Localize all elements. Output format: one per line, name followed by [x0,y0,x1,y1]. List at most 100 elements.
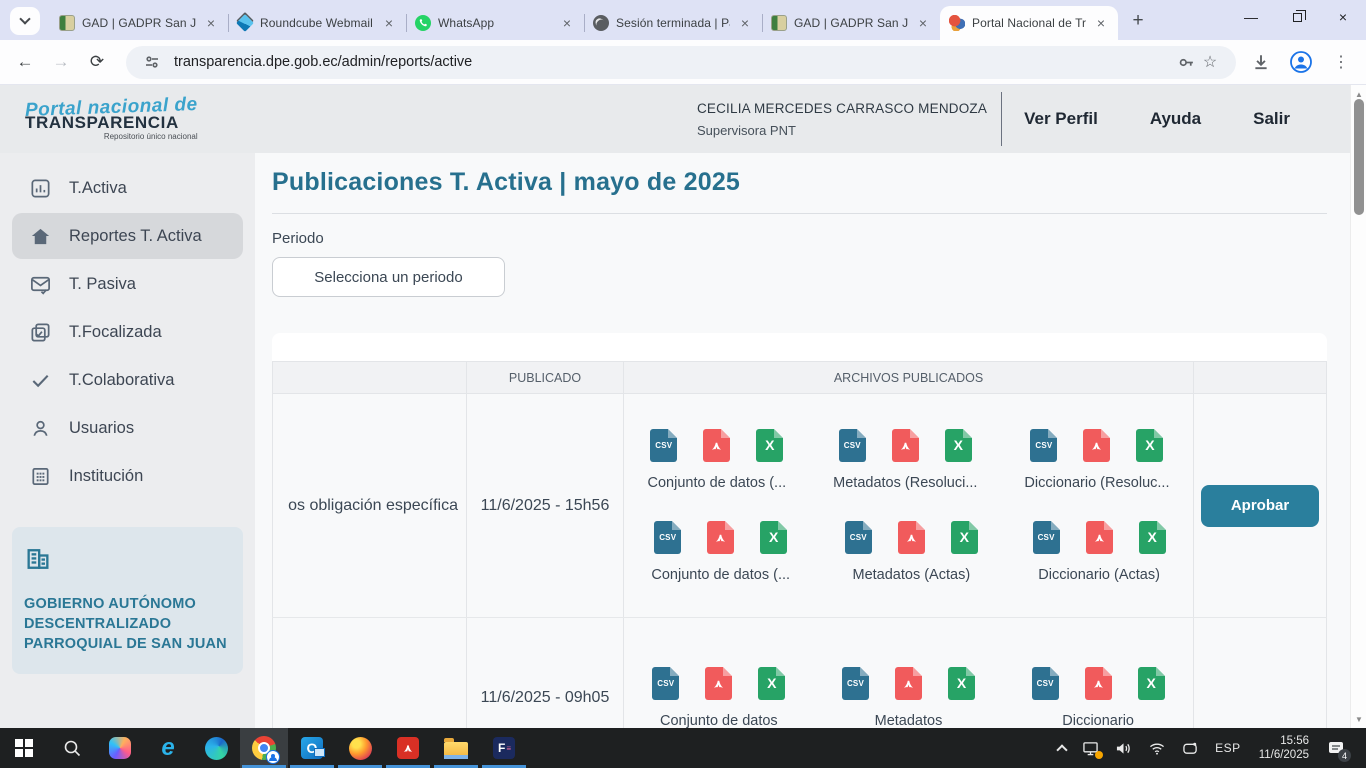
csv-file-icon[interactable]: CSV [652,667,679,700]
restore-button[interactable] [1274,0,1320,34]
xls-file-icon[interactable]: X [948,667,975,700]
new-tab-button[interactable]: + [1124,7,1152,35]
tab-search-button[interactable] [10,7,40,35]
pdf-file-icon[interactable] [1083,429,1110,462]
url-text[interactable]: transparencia.dpe.gob.ec/admin/reports/a… [174,54,1174,70]
profile-avatar-icon[interactable] [1288,49,1314,75]
aprobar-button[interactable]: Aprobar [1201,485,1319,527]
xls-file-icon[interactable]: X [945,429,972,462]
csv-file-icon[interactable]: CSV [1033,521,1060,554]
pdf-file-icon[interactable] [1085,667,1112,700]
xls-file-icon[interactable]: X [760,521,787,554]
sidebar-item-t-focalizada[interactable]: T.Focalizada [12,309,243,355]
tab-gad-1[interactable]: GAD | GADPR San Jua × [50,6,228,40]
tray-volume-button[interactable] [1109,728,1138,768]
outlook-button[interactable]: O [288,728,336,768]
tab-portal-active[interactable]: Portal Nacional de Tra × [940,6,1118,40]
file-group-metadatos[interactable]: CSV X Metadatos [842,667,975,729]
chrome-button[interactable] [240,728,288,768]
address-bar[interactable]: transparencia.dpe.gob.ec/admin/reports/a… [126,46,1236,79]
institution-card[interactable]: GOBIERNO AUTÓNOMO DESCENTRALIZADO PARROQ… [12,527,243,674]
file-group-metadatos-actas[interactable]: CSV X Metadatos (Actas) [845,521,978,583]
acrobat-button[interactable] [384,728,432,768]
tray-display-button[interactable] [1076,728,1105,768]
file-group-conjunto[interactable]: CSV X Conjunto de datos (... [651,521,790,583]
xls-file-icon[interactable]: X [951,521,978,554]
pdf-file-icon[interactable] [898,521,925,554]
nav-ayuda[interactable]: Ayuda [1150,109,1201,129]
tab-close-icon[interactable]: × [381,15,397,31]
pdf-file-icon[interactable] [705,667,732,700]
pdf-file-icon[interactable] [703,429,730,462]
csv-file-icon[interactable]: CSV [839,429,866,462]
csv-file-icon[interactable]: CSV [1032,667,1059,700]
clock[interactable]: 15:56 11/6/2025 [1251,728,1317,768]
close-window-button[interactable]: × [1320,0,1366,34]
tray-meet-button[interactable] [1176,728,1205,768]
site-settings-icon[interactable] [140,50,164,74]
xls-file-icon[interactable]: X [758,667,785,700]
file-group-conjunto[interactable]: CSV X Conjunto de datos [652,667,785,729]
csv-file-icon[interactable]: CSV [845,521,872,554]
tab-close-icon[interactable]: × [915,15,931,31]
file-group-diccionario[interactable]: CSV X Diccionario [1032,667,1165,729]
browser-menu-icon[interactable]: ⋮ [1328,49,1354,75]
nav-salir[interactable]: Salir [1253,109,1290,129]
minimize-button[interactable]: — [1228,0,1274,34]
language-indicator[interactable]: ESP [1209,728,1247,768]
sidebar-item-t-colaborativa[interactable]: T.Colaborativa [12,357,243,403]
download-icon[interactable] [1248,49,1274,75]
forward-button[interactable]: → [46,47,76,77]
tab-close-icon[interactable]: × [1093,15,1109,31]
notification-center-button[interactable]: 4 [1321,728,1351,768]
scrollbar-thumb[interactable] [1354,99,1364,215]
period-select[interactable]: Selecciona un periodo [272,257,505,297]
sidebar-item-institucion[interactable]: Institución [12,453,243,499]
pdf-file-icon[interactable] [1086,521,1113,554]
file-group-diccionario-actas[interactable]: CSV X Diccionario (Actas) [1033,521,1166,583]
bookmark-star-icon[interactable]: ☆ [1198,50,1222,74]
internet-explorer-button[interactable]: e [144,728,192,768]
xls-file-icon[interactable]: X [1136,429,1163,462]
sidebar-item-t-pasiva[interactable]: T. Pasiva [12,261,243,307]
xls-file-icon[interactable]: X [1139,521,1166,554]
tab-roundcube[interactable]: Roundcube Webmail × [228,6,406,40]
sidebar-item-usuarios[interactable]: Usuarios [12,405,243,451]
back-button[interactable]: ← [10,47,40,77]
tab-close-icon[interactable]: × [203,15,219,31]
firefox-icon [349,737,372,760]
xls-file-icon[interactable]: X [1138,667,1165,700]
copilot-button[interactable] [96,728,144,768]
nav-ver-perfil[interactable]: Ver Perfil [1024,109,1098,129]
file-group-metadatos[interactable]: CSV X Metadatos (Resoluci... [833,429,977,491]
tab-sesion[interactable]: Sesión terminada | Pa × [584,6,762,40]
scroll-down-icon[interactable]: ▼ [1351,712,1366,726]
pdf-file-icon[interactable] [707,521,734,554]
tab-close-icon[interactable]: × [559,15,575,31]
tray-expand-button[interactable] [1052,728,1072,768]
edge-button[interactable] [192,728,240,768]
fe-app-button[interactable]: F≡ [480,728,528,768]
page-scrollbar[interactable]: ▲ ▼ [1350,85,1366,728]
tab-gad-2[interactable]: GAD | GADPR San Jua × [762,6,940,40]
sidebar-item-reportes-t-activa[interactable]: Reportes T. Activa [12,213,243,259]
pdf-file-icon[interactable] [892,429,919,462]
tab-close-icon[interactable]: × [737,15,753,31]
csv-file-icon[interactable]: CSV [842,667,869,700]
tab-whatsapp[interactable]: WhatsApp × [406,6,584,40]
file-group-diccionario[interactable]: CSV X Diccionario (Resoluc... [1024,429,1169,491]
reload-button[interactable]: ⟳ [82,47,112,77]
firefox-button[interactable] [336,728,384,768]
taskbar-search-button[interactable] [48,728,96,768]
tray-wifi-button[interactable] [1142,728,1172,768]
pdf-file-icon[interactable] [895,667,922,700]
sidebar-item-t-activa[interactable]: T.Activa [12,165,243,211]
xls-file-icon[interactable]: X [756,429,783,462]
file-group-conjunto[interactable]: CSV X Conjunto de datos (... [648,429,787,491]
csv-file-icon[interactable]: CSV [650,429,677,462]
csv-file-icon[interactable]: CSV [1030,429,1057,462]
start-button[interactable] [0,728,48,768]
password-key-icon[interactable] [1174,50,1198,74]
file-explorer-button[interactable] [432,728,480,768]
csv-file-icon[interactable]: CSV [654,521,681,554]
